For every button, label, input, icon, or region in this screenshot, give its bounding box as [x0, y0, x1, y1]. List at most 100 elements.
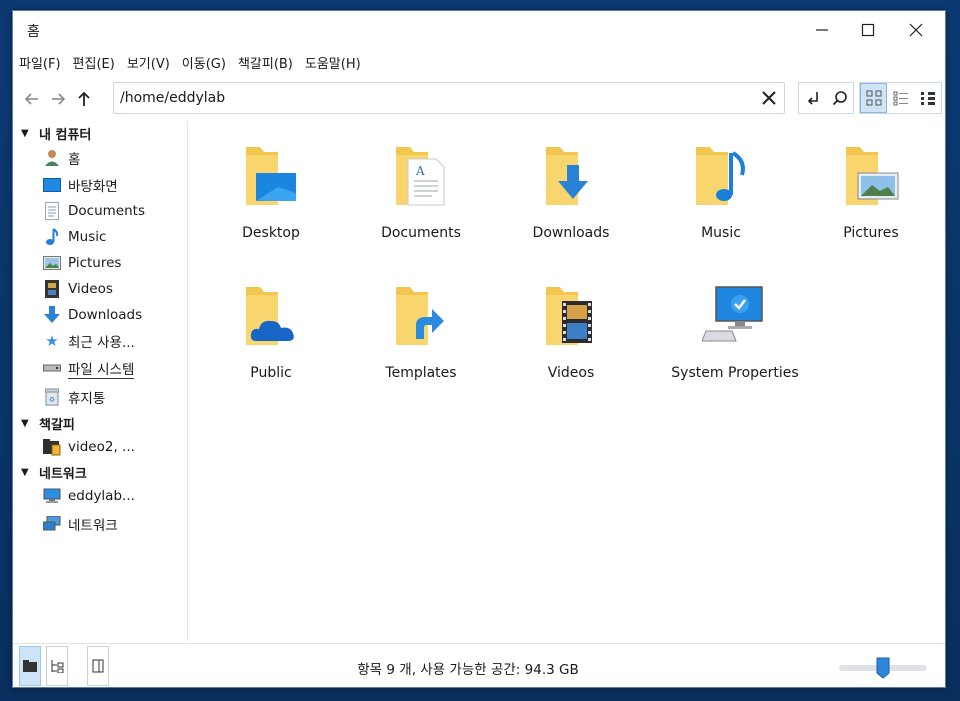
file-item-music[interactable]: Music [643, 121, 793, 251]
sidebar-item-label: 네트워크 [68, 518, 118, 534]
section-label: 책갈피 [39, 417, 75, 433]
section-label: 네트워크 [39, 466, 87, 482]
folder-desktop-icon [246, 147, 296, 205]
close-button[interactable] [893, 15, 939, 45]
sidebar-item-label: eddylab... [68, 488, 135, 504]
star-icon: ★ [45, 332, 59, 350]
svg-text:A: A [415, 164, 425, 178]
file-item-public[interactable]: Public [193, 261, 343, 391]
detail-view-button[interactable] [914, 83, 941, 113]
file-item-documents[interactable]: A Documents [343, 121, 493, 251]
music-note-icon [43, 228, 61, 246]
sidebar-item-label: Documents [68, 203, 145, 219]
sidebar-item-label: 최근 사용... [68, 335, 135, 351]
sidebar-item-music[interactable]: Music [13, 225, 188, 249]
search-button[interactable] [826, 83, 853, 113]
folder-pictures-icon [846, 147, 899, 205]
address-text[interactable]: /home/eddylab [120, 90, 225, 106]
sidebar-item-trash[interactable]: ♻ 휴지통 [13, 385, 188, 409]
section-bookmarks[interactable]: ▼ 책갈피 [13, 411, 188, 435]
forward-button[interactable] [45, 85, 71, 113]
sidebar-item-label: Pictures [68, 255, 122, 271]
sidebar-item-pictures[interactable]: Pictures [13, 251, 188, 275]
file-label: Public [250, 365, 292, 381]
sidebar-item-label: 파일 시스템 [68, 358, 135, 379]
file-item-templates[interactable]: Templates [343, 261, 493, 391]
go-button[interactable] [799, 83, 826, 113]
maximize-button[interactable] [845, 15, 891, 45]
file-manager-window: 홈 파일(F) 편집(E) 보기(V) 이동(G) 책갈피(B) 도움말(H) … [12, 10, 946, 688]
file-label: Downloads [532, 225, 610, 241]
menu-view[interactable]: 보기(V) [121, 50, 176, 72]
sidebar-item-filesystem[interactable]: 파일 시스템 [13, 356, 188, 380]
close-icon [909, 23, 923, 37]
folder-templates-icon [396, 287, 444, 345]
sidebar-item-bookmark-video2[interactable]: video2, ... [13, 435, 188, 459]
file-item-system-properties[interactable]: System Properties [657, 261, 807, 391]
section-network[interactable]: ▼ 네트워크 [13, 460, 188, 484]
menu-edit[interactable]: 편집(E) [67, 50, 121, 72]
file-label: Pictures [843, 225, 899, 241]
show-tree-button[interactable] [46, 646, 68, 686]
expand-triangle-icon[interactable]: ▼ [21, 418, 31, 429]
menu-file[interactable]: 파일(F) [13, 50, 67, 72]
back-button[interactable] [19, 85, 45, 113]
menu-help[interactable]: 도움말(H) [299, 50, 367, 72]
sidebar-item-documents[interactable]: Documents [13, 199, 188, 223]
file-label: Videos [547, 365, 595, 381]
file-label: System Properties [671, 365, 799, 381]
folder-videos-icon [546, 287, 592, 345]
picture-icon [43, 254, 61, 272]
show-sidebar-places-button[interactable] [19, 646, 41, 686]
compact-view-button[interactable] [887, 83, 914, 113]
drive-icon [43, 359, 61, 377]
expand-triangle-icon[interactable]: ▼ [21, 467, 31, 478]
sidebar-item-label: 홈 [68, 152, 81, 168]
file-item-desktop[interactable]: Desktop [193, 121, 343, 251]
file-label: Documents [381, 225, 461, 241]
sidebar-item-home[interactable]: 홈 [13, 146, 188, 170]
sidebar-item-videos[interactable]: Videos [13, 277, 188, 301]
home-user-icon [43, 149, 61, 167]
file-view: Desktop A Documents Downloads Music Pict… [189, 121, 945, 641]
zoom-slider-thumb[interactable] [876, 657, 890, 679]
sidebar-item-desktop[interactable]: 바탕화면 [13, 173, 188, 197]
menu-go[interactable]: 이동(G) [176, 50, 232, 72]
sidebar-item-recent[interactable]: ★ 최근 사용... [13, 329, 188, 353]
detail-list-icon [920, 92, 935, 105]
go-search-group [798, 82, 854, 114]
up-button[interactable] [71, 85, 97, 113]
sidebar-item-network[interactable]: 네트워크 [13, 512, 188, 536]
file-item-downloads[interactable]: Downloads [493, 121, 643, 251]
expand-triangle-icon[interactable]: ▼ [21, 128, 31, 139]
folder-documents-icon: A [396, 147, 445, 206]
minimize-icon [816, 29, 828, 31]
sidebar-item-eddylab[interactable]: eddylab... [13, 484, 188, 508]
file-item-videos[interactable]: Videos [493, 261, 643, 391]
address-bar[interactable]: /home/eddylab [113, 82, 785, 114]
section-my-computer[interactable]: ▼ 내 컴퓨터 [13, 121, 188, 145]
close-panel-button[interactable] [87, 646, 109, 686]
status-bar: 항목 9 개, 사용 가능한 공간: 94.3 GB [13, 643, 945, 687]
title-bar[interactable]: 홈 [13, 11, 945, 49]
sidebar-item-downloads[interactable]: Downloads [13, 303, 188, 327]
folder-music-icon [696, 147, 745, 205]
menu-bookmarks[interactable]: 책갈피(B) [232, 50, 299, 72]
sidebar-item-label: Videos [68, 281, 113, 297]
arrow-right-icon [52, 93, 66, 105]
computer-icon [43, 487, 61, 505]
clear-icon[interactable] [760, 89, 778, 107]
icon-view-button[interactable] [860, 83, 887, 113]
sidebar-item-label: Music [68, 229, 107, 245]
system-properties-icon [702, 286, 763, 342]
folder-downloads-icon [546, 147, 588, 205]
tree-view-icon [51, 660, 64, 673]
file-item-pictures[interactable]: Pictures [793, 121, 943, 251]
sidebar-item-label: Downloads [68, 307, 143, 323]
section-label: 내 컴퓨터 [39, 127, 92, 143]
window-title: 홈 [27, 24, 40, 40]
minimize-button[interactable] [799, 15, 845, 45]
return-arrow-icon [807, 92, 818, 105]
arrow-left-icon [24, 93, 38, 105]
file-label: Templates [385, 365, 457, 381]
